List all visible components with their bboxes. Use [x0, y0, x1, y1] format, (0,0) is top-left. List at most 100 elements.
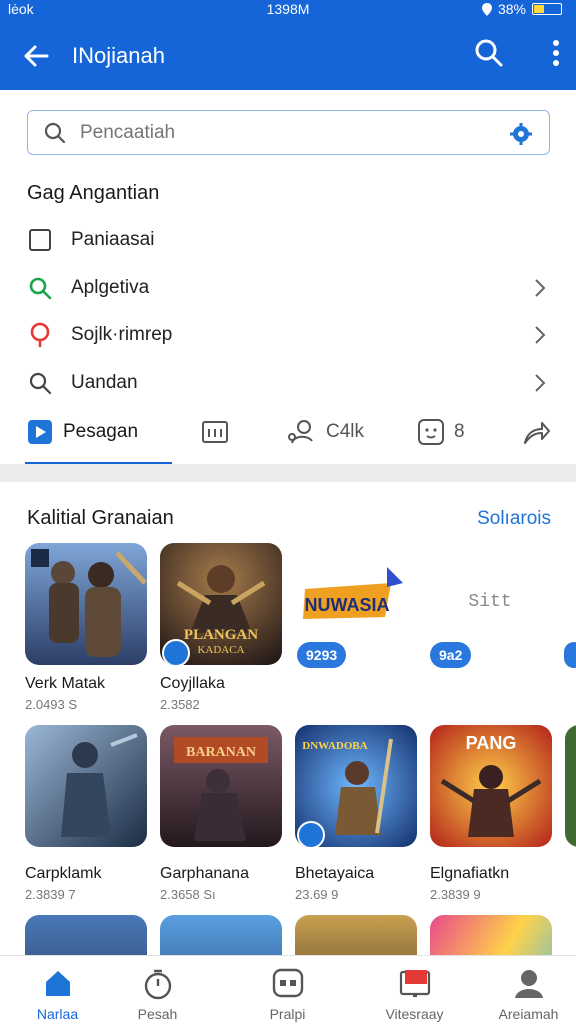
game-name: Coyjllaka: [160, 675, 225, 692]
game-thumbnail[interactable]: [295, 915, 417, 955]
game-name: Bhetayaica: [295, 865, 375, 882]
gamepad-face-icon: [418, 419, 444, 445]
game-card[interactable]: [430, 915, 552, 955]
battery-icon: [532, 3, 562, 15]
nav-label: Narlaa: [36, 1006, 79, 1022]
game-size: 2.3582: [160, 697, 200, 712]
home-icon: [45, 971, 70, 996]
nav-item-play[interactable]: Vitesraay: [357, 956, 472, 1024]
game-card[interactable]: [295, 915, 417, 955]
game-size: 2.3839 9: [430, 887, 481, 902]
chevron-right-icon: [535, 326, 546, 344]
rating-pill-partial: [564, 642, 576, 668]
calendar-icon: [202, 421, 228, 443]
game-size: 2.0493 S: [25, 697, 78, 712]
status-icons: 38%: [481, 1, 562, 17]
nav-label: Vitesraay: [385, 1006, 444, 1022]
chevron-right-icon: [535, 279, 546, 297]
location-pin-icon: [27, 322, 53, 348]
game-name: Carpklamk: [25, 865, 102, 882]
menu-item-label: Sojlk·rimrep: [71, 324, 173, 345]
gamepad-icon: [272, 968, 303, 998]
nav-item-games[interactable]: Pralpi: [230, 956, 345, 1024]
more-button[interactable]: [552, 40, 560, 71]
game-card[interactable]: Sitt 9a2: [430, 543, 552, 668]
game-thumbnail[interactable]: BARANAN: [160, 725, 282, 847]
status-bar: lėok 1398M 38%: [0, 0, 576, 20]
search-icon: [27, 370, 53, 396]
tab-label: 8: [454, 421, 465, 442]
search-button[interactable]: [474, 38, 504, 73]
menu-item-0[interactable]: Paniaasai: [27, 218, 552, 262]
game-card[interactable]: [160, 915, 282, 955]
top-bar: lėok 1398M 38% INojianah: [0, 0, 576, 90]
search-icon: [475, 39, 503, 67]
back-button[interactable]: [0, 28, 72, 84]
search-field[interactable]: [27, 110, 550, 155]
game-card[interactable]: NUWASIA 9293: [295, 543, 417, 668]
tab-bar: Pesagan C4lk 8: [0, 410, 576, 466]
game-thumbnail[interactable]: [25, 543, 147, 665]
game-thumbnail[interactable]: [565, 725, 576, 847]
game-size: 2.3839 7: [25, 887, 76, 902]
game-card[interactable]: Verk Matak 2.0493 S: [25, 543, 147, 712]
game-thumbnail[interactable]: PLANGAN KADACA: [160, 543, 282, 665]
game-card[interactable]: [25, 915, 147, 955]
tab-chat[interactable]: C4lk: [288, 410, 364, 454]
section-title: Gag Angantian: [27, 182, 160, 204]
chevron-right-icon: [535, 374, 546, 392]
arrow-left-icon: [24, 45, 49, 67]
search-green-icon: [27, 275, 53, 301]
game-thumbnail[interactable]: [160, 915, 282, 955]
nav-item-timer[interactable]: Pesah: [100, 956, 215, 1024]
nav-label: Pralpi: [269, 1006, 306, 1022]
tab-label: C4lk: [326, 421, 365, 442]
app-bar: INojianah: [0, 28, 576, 84]
play-store-icon: [28, 420, 52, 444]
game-card[interactable]: PANG Elgnafiatkn 2.3839 9: [430, 725, 552, 902]
checkbox-icon[interactable]: [27, 227, 53, 253]
game-art-text: BARANAN: [186, 745, 256, 760]
tab-game[interactable]: 8: [418, 410, 465, 454]
tab-label: Pesagan: [63, 421, 139, 442]
game-logo-text: Sitt: [468, 592, 511, 612]
game-name: Elgnafiatkn: [430, 865, 510, 882]
menu-item-2[interactable]: Sojlk·rimrep: [27, 313, 552, 357]
section-divider: [0, 464, 576, 482]
menu-item-1[interactable]: Aplgetiva: [27, 266, 552, 310]
game-thumbnail[interactable]: DNWADOBA: [295, 725, 417, 847]
game-name: Garphanana: [160, 865, 249, 882]
game-thumbnail[interactable]: [430, 915, 552, 955]
nav-label: Areiamah: [498, 1006, 559, 1022]
search-input[interactable]: [80, 121, 480, 144]
game-thumbnail[interactable]: PANG: [430, 725, 552, 847]
nav-item-profile[interactable]: Areiamah: [471, 956, 576, 1024]
game-art-text: PANG: [466, 733, 517, 753]
game-thumbnail[interactable]: [25, 725, 147, 847]
game-card[interactable]: Carpklamk 2.3839 7: [25, 725, 147, 902]
menu-item-3[interactable]: Uandan: [27, 361, 552, 405]
more-vertical-icon: [553, 40, 559, 66]
game-card[interactable]: BARANAN Garphanana 2.3658 Sı: [160, 725, 282, 902]
see-all-link[interactable]: Solıarois: [477, 508, 551, 530]
tab-pesagan[interactable]: Pesagan: [27, 410, 138, 454]
game-art-text: PLANGAN: [184, 627, 258, 643]
user-chat-icon: [288, 420, 313, 444]
tab-share[interactable]: [522, 410, 550, 454]
nav-item-home[interactable]: Narlaa: [0, 956, 115, 1024]
menu-item-label: Uandan: [71, 372, 138, 393]
battery-text: 38%: [497, 1, 526, 17]
tab-calendar[interactable]: [202, 410, 228, 454]
location-icon: [481, 2, 492, 16]
game-size: 2.3658 Sı: [160, 887, 216, 902]
game-thumbnail[interactable]: [25, 915, 147, 955]
gear-icon[interactable]: [509, 122, 533, 146]
share-arrow-icon: [524, 422, 550, 444]
verified-badge: [297, 821, 325, 847]
game-card[interactable]: DNWADOBA Bhetayaica 23.69 9: [295, 725, 417, 902]
game-size: 23.69 9: [295, 887, 339, 902]
game-card[interactable]: PLANGAN KADACA Coyjllaka 2.3582: [160, 543, 282, 712]
nav-label: Pesah: [137, 1006, 178, 1022]
game-card-partial[interactable]: K 2.: [565, 725, 576, 847]
app-screen: lėok 1398M 38% INojianah Gag Anga: [0, 0, 576, 1024]
